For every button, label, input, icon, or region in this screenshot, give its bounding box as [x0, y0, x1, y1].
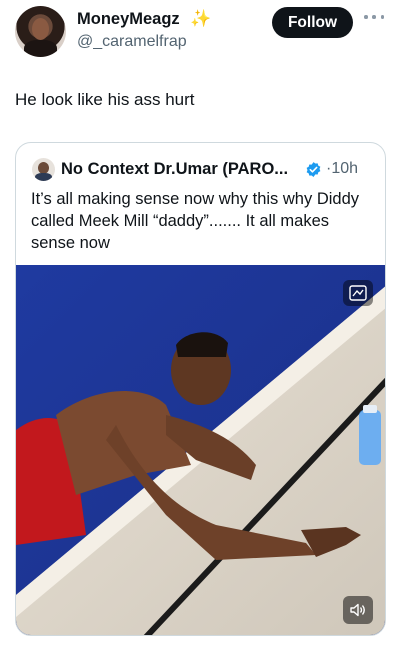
verified-badge-icon [306, 162, 321, 177]
quoted-tweet-text: It’s all making sense now why this why D… [31, 190, 360, 252]
quoted-tweet-video[interactable] [16, 265, 385, 635]
tweet-text: He look like his ass hurt [15, 90, 195, 109]
author-avatar[interactable] [15, 6, 66, 57]
more-horizontal-icon[interactable] [364, 12, 384, 22]
follow-button[interactable]: Follow [272, 7, 353, 38]
video-frame [16, 265, 385, 635]
author-display-name[interactable]: MoneyMeagz [77, 10, 180, 29]
quoted-tweet-time[interactable]: ·10h [326, 160, 358, 178]
gif-icon [343, 280, 373, 306]
author-handle[interactable]: @_caramelfrap [77, 33, 187, 51]
volume-muted-icon[interactable] [343, 596, 373, 624]
quoted-author-name[interactable]: No Context Dr.Umar (PARO... [61, 160, 288, 179]
sparkles-icon: ✨ [190, 9, 212, 28]
quoted-author-avatar[interactable] [32, 158, 55, 181]
quoted-tweet-card[interactable]: No Context Dr.Umar (PARO... ·10h It’s al… [15, 142, 386, 636]
tweet-header: MoneyMeagz ✨ @_caramelfrap Follow [0, 0, 400, 70]
